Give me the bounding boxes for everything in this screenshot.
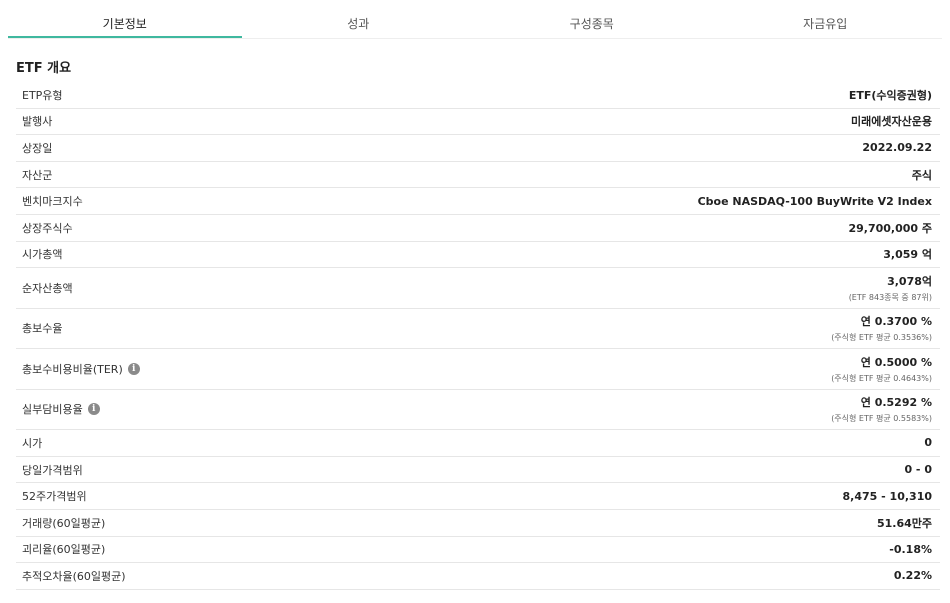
row-value: 2022.09.22 [862, 141, 932, 155]
row-value: Cboe NASDAQ-100 BuyWrite V2 Index [697, 194, 932, 208]
row-label: 벤치마크지수 [22, 195, 83, 209]
row-value: 연 0.3700 % (주식형 ETF 평균 0.3536%) [831, 315, 932, 343]
row-value: 51.64만주 [876, 516, 932, 530]
row-volume: 거래량(60일평균) 51.64만주 [16, 510, 940, 537]
row-benchmark: 벤치마크지수 Cboe NASDAQ-100 BuyWrite V2 Index [16, 188, 940, 215]
row-market-cap: 시가총액 3,059 억 [16, 242, 940, 269]
row-label: 시가총액 [22, 248, 63, 262]
row-label: 거래량(60일평균) [22, 516, 106, 530]
row-subvalue: (주식형 ETF 평균 0.3536%) [831, 333, 932, 343]
etf-overview-table: ETP유형 ETF(수익증권형) 발행사 미래에셋자산운용 상장일 2022.0… [16, 82, 940, 590]
row-actual-cost: 실부담비용율 i 연 0.5292 % (주식형 ETF 평균 0.5583%) [16, 390, 940, 431]
row-label: 시가 [22, 436, 43, 450]
row-value: -0.18% [889, 542, 932, 556]
row-subvalue: (ETF 843종목 중 87위) [848, 292, 932, 302]
row-total-fee: 총보수율 연 0.3700 % (주식형 ETF 평균 0.3536%) [16, 309, 940, 350]
info-icon[interactable]: i [127, 362, 140, 375]
row-premium-discount: 괴리율(60일평균) -0.18% [16, 537, 940, 564]
row-value: 0 [924, 436, 932, 450]
row-value: 3,078억 (ETF 843종목 중 87위) [848, 274, 932, 302]
row-value: 3,059 억 [883, 248, 932, 262]
row-label: 총보수율 [22, 322, 63, 336]
row-52week-range: 52주가격범위 8,475 - 10,310 [16, 483, 940, 510]
row-tracking-error: 추적오차율(60일평균) 0.22% [16, 563, 940, 590]
row-value: 주식 [911, 168, 932, 182]
row-value: ETF(수익증권형) [848, 88, 932, 102]
row-shares-listed: 상장주식수 29,700,000 주 [16, 215, 940, 242]
row-label: 괴리율(60일평균) [22, 543, 106, 557]
row-label: 실부담비용율 i [22, 401, 100, 417]
row-listing-date: 상장일 2022.09.22 [16, 135, 940, 162]
row-label: 상장일 [22, 141, 53, 155]
section-title: ETF 개요 [16, 61, 72, 76]
row-value: 0 - 0 [904, 463, 932, 477]
row-value: 미래에셋자산운용 [851, 115, 932, 129]
info-icon[interactable]: i [87, 403, 100, 416]
row-label: 상장주식수 [22, 221, 73, 235]
row-label: ETP유형 [22, 88, 63, 102]
row-issuer: 발행사 미래에셋자산운용 [16, 109, 940, 136]
row-label: 순자산총액 [22, 281, 73, 295]
row-label: 총보수비용비율(TER) i [22, 361, 140, 377]
row-asset-class: 자산군 주식 [16, 162, 940, 189]
row-open-price: 시가 0 [16, 430, 940, 457]
row-subvalue: (주식형 ETF 평균 0.5583%) [831, 414, 932, 424]
tab-fund-flows[interactable]: 자금유입 [709, 0, 943, 38]
tab-bar: 기본정보 성과 구성종목 자금유입 [8, 0, 942, 39]
row-net-assets: 순자산총액 3,078억 (ETF 843종목 중 87위) [16, 268, 940, 309]
row-etp-type: ETP유형 ETF(수익증권형) [16, 82, 940, 109]
row-value: 8,475 - 10,310 [842, 489, 932, 503]
row-label: 추적오차율(60일평균) [22, 569, 126, 583]
row-value: 0.22% [893, 569, 932, 583]
tab-performance[interactable]: 성과 [242, 0, 476, 38]
row-label: 당일가격범위 [22, 463, 83, 477]
row-value: 연 0.5000 % (주식형 ETF 평균 0.4643%) [831, 355, 932, 383]
row-value: 29,700,000 주 [848, 221, 932, 235]
row-ter: 총보수비용비율(TER) i 연 0.5000 % (주식형 ETF 평균 0.… [16, 349, 940, 390]
row-label: 52주가격범위 [22, 490, 87, 504]
row-subvalue: (주식형 ETF 평균 0.4643%) [831, 373, 932, 383]
row-value: 연 0.5292 % (주식형 ETF 평균 0.5583%) [831, 396, 932, 424]
row-day-range: 당일가격범위 0 - 0 [16, 457, 940, 484]
tab-holdings[interactable]: 구성종목 [475, 0, 709, 38]
tab-basic-info[interactable]: 기본정보 [8, 0, 242, 38]
row-label: 자산군 [22, 168, 53, 182]
row-label: 발행사 [22, 115, 53, 129]
